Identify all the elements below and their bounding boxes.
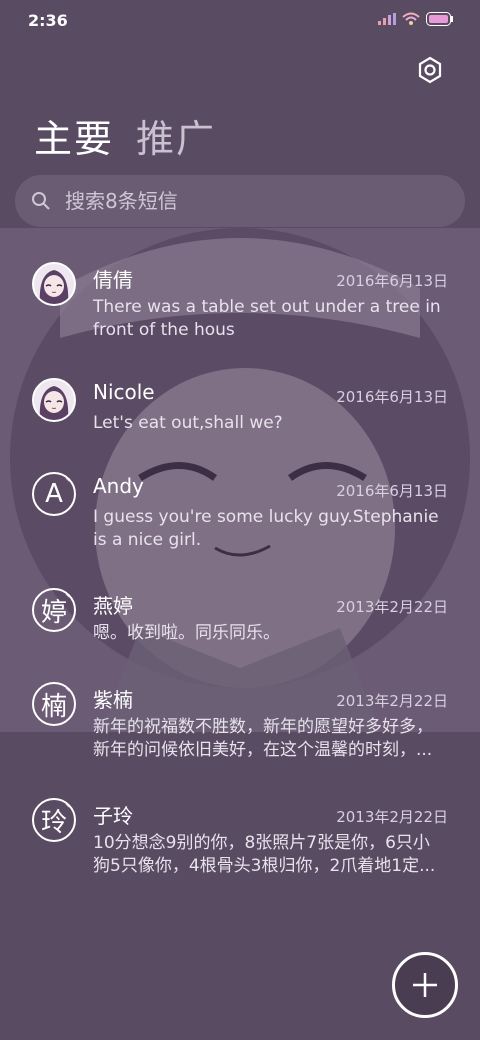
wifi-icon — [402, 12, 420, 25]
message-snippet: Let's eat out,shall we? — [93, 413, 283, 433]
conversation-item[interactable]: 婷 ✦ 燕婷 2013年2月22日 嗯。收到啦。同乐同乐。 — [0, 588, 480, 658]
message-date: 2016年6月13日 — [336, 272, 448, 290]
message-date: 2013年2月22日 — [336, 598, 448, 616]
message-date: 2013年2月22日 — [336, 808, 448, 826]
compose-button[interactable] — [392, 952, 458, 1018]
sparkle-icon: ✦ — [64, 685, 72, 695]
avatar-letter: 婷 — [40, 597, 67, 628]
search-icon — [32, 192, 50, 210]
signal-icon — [378, 13, 396, 25]
status-icons — [378, 12, 454, 26]
conversation-item[interactable]: A ✦ Andy 2016年6月13日 I guess you're some … — [0, 472, 480, 572]
conversation-item[interactable]: Nicole 2016年6月13日 Let's eat out,shall we… — [0, 378, 480, 448]
message-snippet: 10分想念9别的你，8张照片7张是你，6只小狗5只像你，4根骨头3根归你，2爪着… — [93, 833, 436, 876]
battery-icon — [426, 12, 453, 26]
contact-name: 倩倩 — [93, 268, 133, 292]
tab-primary[interactable]: 主要 — [34, 108, 114, 163]
sparkle-icon: ✦ — [64, 801, 72, 811]
status-time: 2:36 — [28, 11, 68, 30]
search-bar[interactable] — [15, 175, 465, 227]
sparkle-icon: ✦ — [64, 591, 72, 601]
avatar — [32, 262, 76, 306]
avatar-letter: 玲 — [40, 807, 67, 838]
contact-name: 燕婷 — [93, 594, 133, 618]
contact-name: Nicole — [93, 380, 155, 404]
tab-bar: 主要 推广 — [34, 108, 216, 163]
message-date: 2016年6月13日 — [336, 482, 448, 500]
avatar: A ✦ — [32, 472, 76, 516]
girl-avatar-icon — [34, 264, 74, 304]
message-snippet: There was a table set out under a tree i… — [93, 297, 441, 340]
message-snippet: I guess you're some lucky guy.Stephanie … — [93, 507, 439, 550]
avatar: 婷 ✦ — [32, 588, 76, 632]
contact-name: Andy — [93, 474, 144, 498]
settings-button[interactable] — [414, 54, 446, 86]
girl-avatar-icon — [34, 380, 74, 420]
conversation-item[interactable]: 玲 ✦ 子玲 2013年2月22日 10分想念9别的你，8张照片7张是你，6只小… — [0, 798, 480, 898]
avatar — [32, 378, 76, 422]
avatar: 玲 ✦ — [32, 798, 76, 842]
avatar-letter: A — [45, 479, 63, 509]
avatar-letter: 楠 — [40, 691, 67, 722]
avatar: 楠 ✦ — [32, 682, 76, 726]
message-date: 2013年2月22日 — [336, 692, 448, 710]
search-input[interactable] — [63, 188, 427, 214]
conversation-item[interactable]: 楠 ✦ 紫楠 2013年2月22日 新年的祝福数不胜数，新年的愿望好多好多，新年… — [0, 682, 480, 782]
contact-name: 子玲 — [93, 804, 133, 828]
message-snippet: 嗯。收到啦。同乐同乐。 — [93, 623, 280, 643]
message-snippet: 新年的祝福数不胜数，新年的愿望好多好多，新年的问候依旧美好，在这个温馨的时刻，.… — [93, 717, 433, 760]
plus-icon — [413, 973, 437, 997]
status-bar: 2:36 — [0, 0, 480, 42]
message-date: 2016年6月13日 — [336, 388, 448, 406]
gear-icon — [418, 56, 442, 84]
conversation-item[interactable]: 倩倩 2016年6月13日 There was a table set out … — [0, 262, 480, 362]
tab-promotions[interactable]: 推广 — [136, 108, 216, 163]
sparkle-icon: ✦ — [64, 475, 72, 485]
contact-name: 紫楠 — [93, 688, 133, 712]
